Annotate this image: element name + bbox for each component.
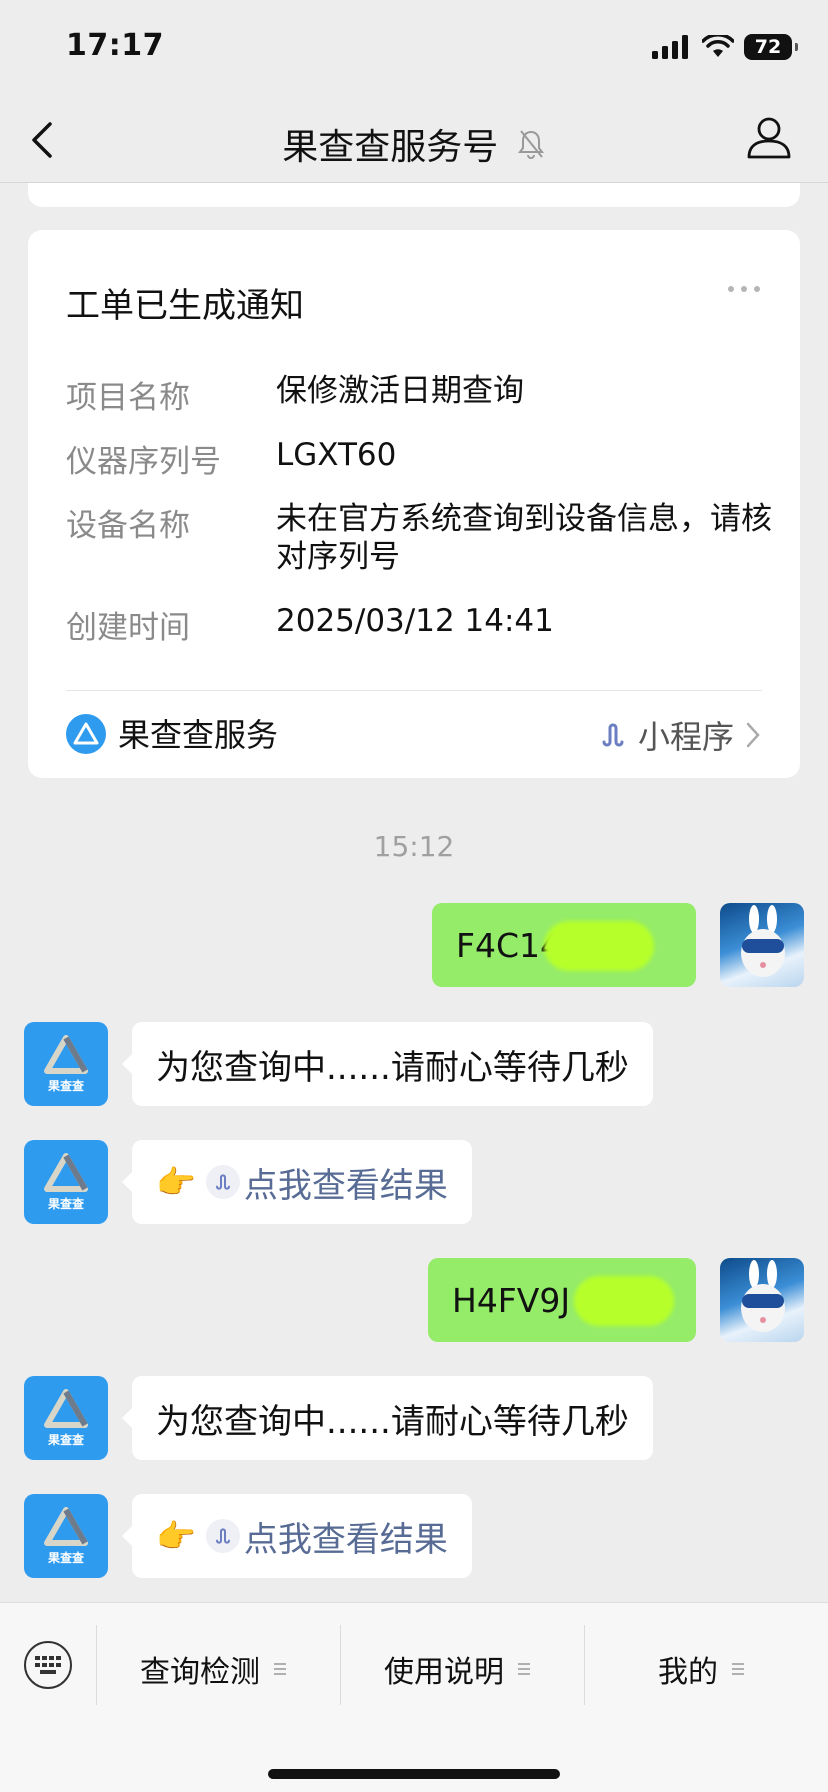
row-value-device: 未在官方系统查询到设备信息，请核对序列号 (276, 501, 772, 575)
chevron-right-icon (746, 722, 760, 748)
profile-button[interactable] (746, 114, 792, 164)
mini-program-name: 果查查服务 (118, 716, 279, 754)
row-label-project: 项目名称 (66, 380, 190, 416)
triangle-logo-icon (44, 1152, 88, 1192)
mini-program-icon (205, 1519, 240, 1553)
menu-mine[interactable]: 我的 (658, 1647, 744, 1691)
mini-program-type: 小程序 (637, 718, 734, 756)
triangle-logo-icon (73, 722, 99, 745)
previous-card (28, 183, 800, 207)
triangle-logo-icon (44, 1506, 88, 1546)
submenu-icon (732, 1663, 744, 1675)
menu-label: 我的 (658, 1655, 718, 1690)
bottom-menu-bar: 查询检测 使用说明 我的 (0, 1602, 828, 1792)
submenu-icon (518, 1663, 530, 1675)
incoming-link-message[interactable]: 👉 点我查看结果 (122, 1140, 472, 1224)
incoming-message-text: 为您查询中......请耐心等待几秒 (156, 1047, 629, 1088)
redaction-mark (574, 1276, 674, 1326)
incoming-message-text: 为您查询中......请耐心等待几秒 (156, 1401, 629, 1442)
row-label-device: 设备名称 (66, 508, 190, 544)
notification-card[interactable]: 工单已生成通知 项目名称 保修激活日期查询 仪器序列号 LGXT60 设备名称 … (28, 230, 800, 778)
page-title: 果查查服务号 (0, 118, 828, 170)
chat-timestamp: 15:12 (373, 830, 455, 863)
redaction-mark (544, 921, 654, 971)
row-label-serial: 仪器序列号 (66, 444, 221, 480)
user-avatar[interactable] (720, 1258, 804, 1342)
card-title: 工单已生成通知 (66, 286, 304, 326)
bot-avatar[interactable]: 果查查 (24, 1022, 108, 1106)
triangle-logo-icon (44, 1034, 88, 1074)
user-avatar[interactable] (720, 903, 804, 987)
card-divider (66, 690, 762, 691)
pointing-hand-icon: 👉 (156, 1517, 196, 1555)
bot-avatar-label: 果查查 (47, 1196, 84, 1211)
pointing-hand-icon: 👉 (156, 1163, 196, 1201)
view-result-link[interactable]: 点我查看结果 (244, 1512, 448, 1561)
menu-label: 使用说明 (384, 1655, 504, 1690)
menu-separator (340, 1625, 341, 1705)
view-result-link[interactable]: 点我查看结果 (244, 1158, 448, 1207)
bot-avatar-label: 果查查 (47, 1432, 84, 1447)
mini-program-logo (66, 714, 106, 754)
rabbit-avatar-icon (741, 1260, 785, 1332)
bot-avatar-label: 果查查 (47, 1078, 84, 1093)
outgoing-message[interactable]: F4C14 (432, 903, 696, 987)
row-label-created: 创建时间 (66, 610, 190, 646)
rabbit-avatar-icon (741, 905, 785, 977)
outgoing-message[interactable]: H4FV9J (428, 1258, 696, 1342)
incoming-message[interactable]: 为您查询中......请耐心等待几秒 (122, 1376, 653, 1460)
bot-avatar[interactable]: 果查查 (24, 1140, 108, 1224)
person-icon (747, 117, 791, 159)
row-value-project: 保修激活日期查询 (276, 373, 524, 409)
row-value-serial: LGXT60 (276, 437, 397, 473)
page-title-text: 果查查服务号 (282, 127, 499, 168)
menu-separator (584, 1625, 585, 1705)
menu-instructions[interactable]: 使用说明 (384, 1647, 530, 1691)
row-value-created: 2025/03/12 14:41 (276, 603, 554, 639)
keyboard-toggle-button[interactable] (24, 1641, 72, 1689)
battery-indicator: 72 (744, 34, 798, 60)
mini-program-icon (205, 1165, 240, 1199)
wifi-icon (702, 35, 734, 57)
home-indicator (268, 1769, 560, 1779)
keyboard-icon (35, 1656, 61, 1674)
more-icon[interactable] (728, 286, 760, 292)
submenu-icon (274, 1663, 286, 1675)
signal-icon (652, 35, 688, 59)
bot-avatar[interactable]: 果查查 (24, 1494, 108, 1578)
menu-query-detect[interactable]: 查询检测 (140, 1647, 286, 1691)
incoming-message[interactable]: 为您查询中......请耐心等待几秒 (122, 1022, 653, 1106)
mini-program-link[interactable]: 小程序 (598, 712, 762, 758)
menu-label: 查询检测 (140, 1655, 260, 1690)
triangle-logo-icon (44, 1388, 88, 1428)
status-icons: 72 (652, 34, 798, 60)
mini-program-icon (602, 723, 624, 747)
status-time: 17:17 (66, 28, 164, 63)
outgoing-message-text: H4FV9J (452, 1280, 571, 1320)
incoming-link-message[interactable]: 👉 点我查看结果 (122, 1494, 472, 1578)
menu-separator (96, 1625, 97, 1705)
muted-bell-icon (517, 130, 544, 159)
bot-avatar[interactable]: 果查查 (24, 1376, 108, 1460)
bot-avatar-label: 果查查 (47, 1550, 84, 1565)
